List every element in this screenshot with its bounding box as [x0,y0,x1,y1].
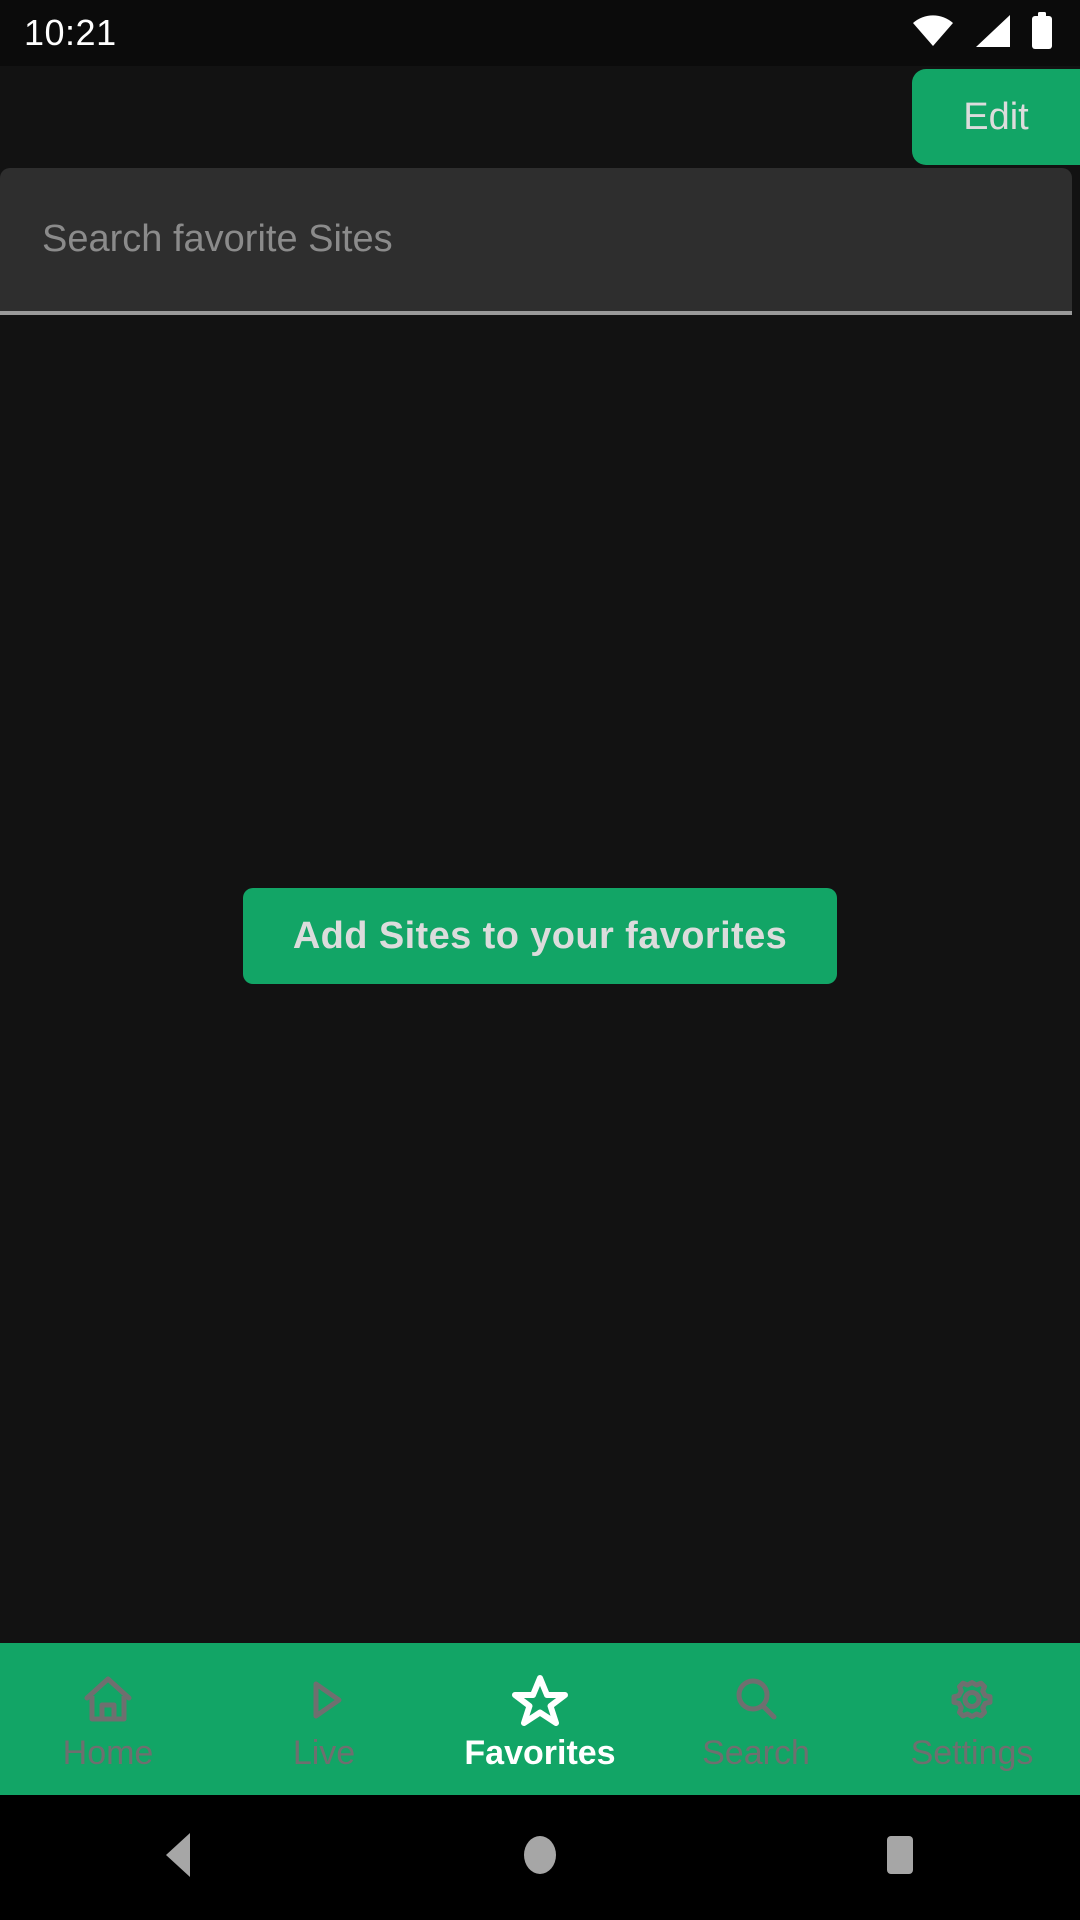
status-bar: 10:21 [0,0,1080,66]
tab-live[interactable]: Live [216,1643,432,1795]
bottom-tab-bar: Home Live Favorites Search Settings [0,1643,1080,1795]
gear-icon [945,1674,999,1726]
tab-settings-label: Settings [910,1734,1034,1772]
edit-button[interactable]: Edit [912,69,1080,165]
play-icon [297,1674,351,1726]
system-home-button[interactable] [460,1795,620,1920]
add-sites-to-favorites-button[interactable]: Add Sites to your favorites [243,888,837,984]
system-recents-button[interactable] [820,1795,980,1920]
status-bar-clock: 10:21 [24,12,117,53]
battery-icon [1030,11,1054,55]
favorites-empty-state: Add Sites to your favorites [0,319,1080,1643]
star-icon [512,1674,568,1726]
tab-home[interactable]: Home [0,1643,216,1795]
header-bar: Edit [0,66,1080,168]
search-input[interactable] [0,168,1072,311]
tab-search-label: Search [702,1734,810,1772]
back-triangle-icon [160,1831,200,1884]
tab-home-label: Home [62,1734,154,1772]
cellular-signal-icon [972,14,1012,53]
tab-settings[interactable]: Settings [864,1643,1080,1795]
search-field-container[interactable] [0,168,1072,315]
tab-live-label: Live [292,1734,356,1772]
recents-square-icon [879,1831,921,1884]
system-navigation-bar [0,1795,1080,1920]
status-bar-icons [912,11,1054,55]
search-icon [729,1674,783,1726]
home-icon [81,1674,135,1726]
wifi-icon [912,14,954,52]
system-back-button[interactable] [100,1795,260,1920]
tab-favorites-label: Favorites [464,1734,616,1772]
app-screen: 10:21 Edit Search favorite Sites Add Sit… [0,0,1080,1920]
tab-search[interactable]: Search [648,1643,864,1795]
home-circle-icon [518,1831,562,1884]
tab-favorites[interactable]: Favorites [432,1643,648,1795]
